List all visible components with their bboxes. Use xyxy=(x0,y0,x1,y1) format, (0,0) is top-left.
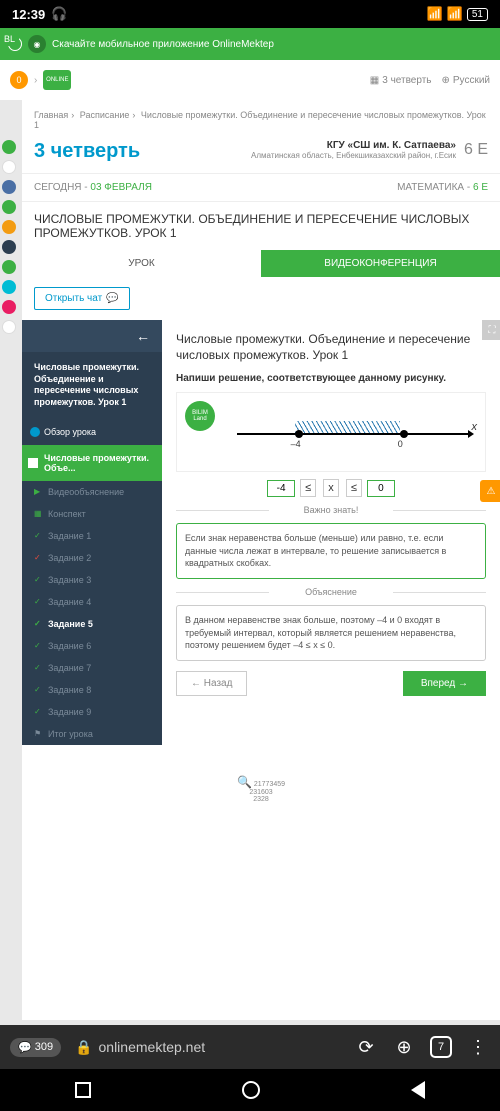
battery-indicator: 51 xyxy=(467,8,488,21)
android-status-bar: 12:39 🎧 📶 📶 51 xyxy=(0,0,500,28)
tab-count[interactable]: 7 xyxy=(430,1036,452,1058)
chevron-right-icon: › xyxy=(34,75,37,86)
tabs: УРОК ВИДЕОКОНФЕРЕНЦИЯ xyxy=(22,250,500,277)
brand-logo[interactable]: ONLINE xyxy=(43,70,71,90)
user-avatar[interactable]: 0 xyxy=(10,71,28,89)
chat-icon: 💬 xyxy=(106,293,118,304)
sidebar-overview[interactable]: Обзор урока xyxy=(22,419,162,445)
wifi-icon: 📶 xyxy=(447,6,463,22)
open-chat-button[interactable]: Открыть чат 💬 xyxy=(34,287,130,310)
app-promo-banner: BL × ◉ Скачайте мобильное приложение Onl… xyxy=(0,28,500,60)
menu-icon[interactable]: ⋮ xyxy=(466,1035,490,1059)
subject-class: 6 E xyxy=(473,182,488,193)
lesson-sidebar: ← Числовые промежутки. Объединение и пер… xyxy=(22,320,162,745)
class-badge: 6 E xyxy=(464,141,488,159)
sidebar-item-task4[interactable]: Задание 4 xyxy=(22,591,162,613)
sidebar-back-button[interactable]: ← xyxy=(22,320,162,352)
number-line-figure: BILIM Land x –4 0 xyxy=(176,392,486,472)
bilim-land-logo: BILIM Land xyxy=(185,401,215,431)
main-container: Главная› Расписание› Числовые промежутки… xyxy=(22,100,500,1020)
nav-home[interactable] xyxy=(242,1081,260,1099)
headphones-icon: 🎧 xyxy=(51,6,67,22)
breadcrumb-home[interactable]: Главная xyxy=(34,110,68,120)
content-area: ← Числовые промежутки. Объединение и пер… xyxy=(22,320,500,745)
label-zero: 0 xyxy=(398,439,403,449)
sidebar-item-task3[interactable]: Задание 3 xyxy=(22,569,162,591)
browser-bar: 💬 309 🔒 onlinemektep.net ⟳ ⊕ 7 ⋮ xyxy=(0,1025,500,1069)
breadcrumb: Главная› Расписание› Числовые промежутки… xyxy=(22,100,500,136)
language-selector[interactable]: ⊕ Русский xyxy=(442,75,491,86)
sidebar-item-task2[interactable]: Задание 2 xyxy=(22,547,162,569)
sidebar-item-task6[interactable]: Задание 6 xyxy=(22,635,162,657)
nav-back[interactable] xyxy=(411,1081,425,1099)
answer-row: ≤ x ≤ xyxy=(176,480,486,497)
sidebar-item-task9[interactable]: Задание 9 xyxy=(22,701,162,723)
sidebar-item-task8[interactable]: Задание 8 xyxy=(22,679,162,701)
lock-icon: 🔒 xyxy=(75,1039,92,1056)
title-row: 3 четверть КГУ «СШ им. К. Сатпаева» Алма… xyxy=(22,136,500,174)
sidebar-item-task7[interactable]: Задание 7 xyxy=(22,657,162,679)
tab-videoconf[interactable]: ВИДЕОКОНФЕРЕНЦИЯ xyxy=(261,250,500,277)
reload-icon[interactable]: ⟳ xyxy=(354,1035,378,1059)
nav-recents[interactable] xyxy=(75,1082,91,1098)
today-date: 03 ФЕВРАЛЯ xyxy=(90,182,152,193)
answer-right[interactable] xyxy=(367,480,395,497)
label-neg4: –4 xyxy=(291,439,301,449)
sidebar-title: Числовые промежутки. Объединение и перес… xyxy=(22,352,162,419)
forward-button[interactable]: Вперед → xyxy=(403,671,486,696)
left-app-dots[interactable] xyxy=(2,140,16,334)
warning-button[interactable]: ⚠ xyxy=(480,480,500,502)
visitor-counter: 🔍 217734592316032328 xyxy=(22,775,500,803)
sidebar-item-video[interactable]: Видеообъяснение xyxy=(22,481,162,503)
back-button[interactable]: ← Назад xyxy=(176,671,247,696)
sidebar-item-task5[interactable]: Задание 5 xyxy=(22,613,162,635)
answer-left[interactable] xyxy=(267,480,295,497)
know-box: Если знак неравенства больше (меньше) ил… xyxy=(176,523,486,579)
sidebar-item-result[interactable]: Итог урока xyxy=(22,723,162,745)
breadcrumb-schedule[interactable]: Расписание xyxy=(80,110,130,120)
lesson-title: ЧИСЛОВЫЕ ПРОМЕЖУТКИ. ОБЪЕДИНЕНИЕ И ПЕРЕС… xyxy=(22,201,500,250)
date-row: СЕГОДНЯ - 03 ФЕВРАЛЯ МАТЕМАТИКА - 6 E xyxy=(22,174,500,201)
sidebar-item-konspekt[interactable]: Конспект xyxy=(22,503,162,525)
bl-tag: BL xyxy=(0,32,19,46)
divider-know: Важно знать! xyxy=(176,505,486,515)
clock: 12:39 xyxy=(12,7,45,22)
expand-button[interactable]: ⛶ xyxy=(482,320,500,340)
magnifier-icon: 🔍 xyxy=(237,775,252,789)
new-tab-icon[interactable]: ⊕ xyxy=(392,1035,416,1059)
comments-badge[interactable]: 💬 309 xyxy=(10,1038,61,1057)
answer-op1: ≤ xyxy=(300,479,316,497)
banner-logo-icon: ◉ xyxy=(28,35,46,53)
school-region: Алматинская область, Енбекшиказахский ра… xyxy=(251,151,456,160)
answer-op2: ≤ xyxy=(346,479,362,497)
banner-text: Скачайте мобильное приложение OnlineMekt… xyxy=(52,39,274,50)
divider-explain: Объяснение xyxy=(176,587,486,597)
tab-lesson[interactable]: УРОК xyxy=(22,250,261,277)
explain-box: В данном неравенстве знак больше, поэтом… xyxy=(176,605,486,661)
sidebar-item-task1[interactable]: Задание 1 xyxy=(22,525,162,547)
number-line: –4 0 xyxy=(237,433,470,435)
answer-var: x xyxy=(323,479,339,497)
sidebar-section[interactable]: Числовые промежутки. Объе... xyxy=(22,445,162,481)
header-row: 0 › ONLINE ▦ 3 четверть ⊕ Русский xyxy=(0,60,500,100)
main-panel: ⛶ ⚠ Числовые промежутки. Объединение и п… xyxy=(162,320,500,745)
url-bar[interactable]: 🔒 onlinemektep.net xyxy=(75,1039,340,1056)
android-nav-bar xyxy=(0,1069,500,1111)
quarter-selector[interactable]: ▦ 3 четверть xyxy=(370,75,432,86)
panel-title: Числовые промежутки. Объединение и перес… xyxy=(176,332,486,363)
quarter-title: 3 четверть xyxy=(34,140,140,163)
instruction: Напиши решение, соответствующее данному … xyxy=(176,373,486,384)
signal-icon: 📶 xyxy=(427,6,443,22)
school-name: КГУ «СШ им. К. Сатпаева» xyxy=(251,140,456,151)
